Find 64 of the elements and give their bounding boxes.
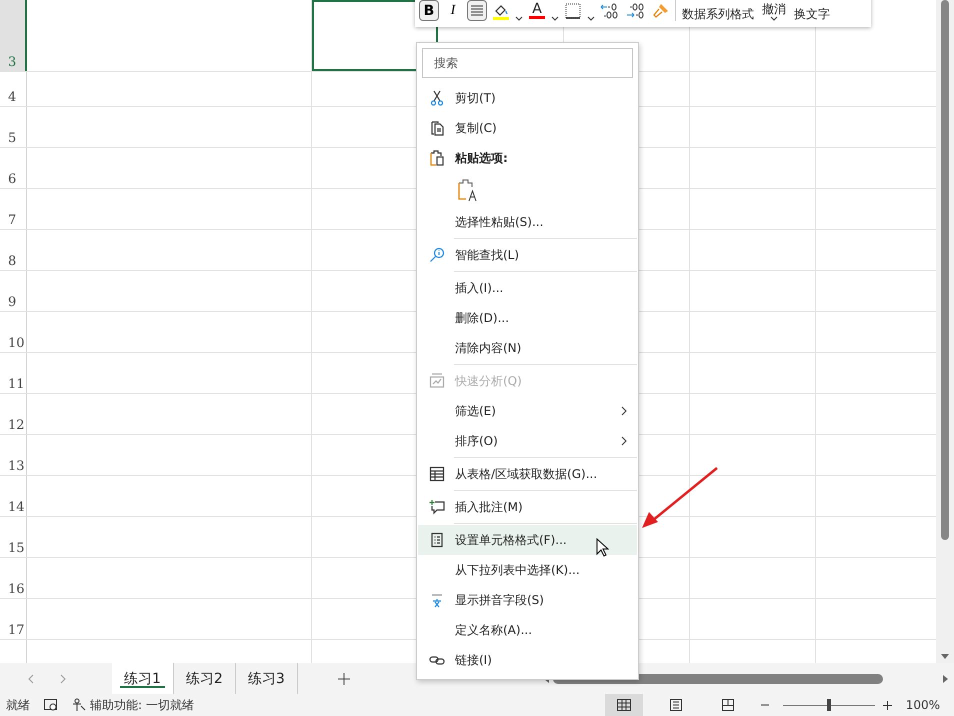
copy-icon: [428, 120, 444, 136]
chevron-right-icon: [621, 406, 627, 416]
mouse-cursor-icon: [596, 538, 610, 558]
scissors-icon: [428, 90, 444, 106]
border-icon: [564, 2, 582, 20]
bold-button[interactable]: B: [419, 0, 439, 21]
accessibility-icon[interactable]: [72, 698, 86, 712]
search-field[interactable]: 搜索: [422, 48, 633, 78]
quick-analysis-icon: [428, 373, 444, 389]
macro-record-icon[interactable]: [44, 699, 58, 711]
caret-icon: [515, 16, 523, 21]
comment-plus-icon: [428, 499, 444, 515]
menu-item[interactable]: 排序(O): [418, 426, 637, 456]
menu-item[interactable]: 智能查找(L): [418, 240, 637, 270]
caret-icon: [587, 16, 595, 21]
page-layout-icon: [670, 699, 682, 711]
search-info-icon: [428, 247, 444, 263]
clipboard-icon: [428, 150, 444, 166]
add-sheet-icon[interactable]: [338, 672, 350, 684]
align-button[interactable]: [467, 0, 487, 21]
format-cells-icon: [428, 532, 444, 548]
align-icon: [470, 4, 484, 18]
accessibility-status[interactable]: 辅助功能: 一切就绪: [90, 696, 194, 714]
menu-item[interactable]: 设置单元格格式(F)...: [418, 525, 637, 555]
view-button[interactable]: [604, 694, 643, 716]
chevron-left-icon[interactable]: [28, 674, 34, 684]
menu-item[interactable]: 筛选(E): [418, 396, 637, 426]
chevron-right-icon[interactable]: [60, 674, 66, 684]
italic-button[interactable]: I: [443, 0, 463, 21]
page-break-icon: [722, 699, 734, 711]
toolbar-text-button[interactable]: 数据系列格式: [680, 8, 756, 21]
toolbar-text-button[interactable]: 撤消: [760, 3, 788, 21]
vertical-scrollbar[interactable]: [936, 0, 954, 663]
caret-icon: [770, 16, 778, 21]
chevron-right-icon: [621, 436, 627, 446]
zoom-level[interactable]: 100%: [906, 698, 940, 712]
row-header[interactable]: 3: [0, 0, 27, 71]
menu-item[interactable]: 插入批注(M): [418, 492, 637, 522]
menu-item[interactable]: 清除内容(N): [418, 333, 637, 363]
normal-view-icon: [616, 699, 631, 711]
scroll-down-icon[interactable]: [941, 654, 949, 659]
menu-item[interactable]: 剪切(T): [418, 83, 637, 113]
menu-item[interactable]: 定义名称(A)...: [418, 615, 637, 645]
menu-item[interactable]: 从下拉列表中选择(K)...: [418, 555, 637, 585]
menu-item[interactable]: 复制(C): [418, 113, 637, 143]
menu-item[interactable]: 选择性粘贴(S)...: [418, 207, 637, 237]
menu-item[interactable]: 插入(I)...: [418, 273, 637, 303]
toolbar-text-button[interactable]: 换文字: [792, 8, 832, 21]
decrease-decimal-icon: [626, 2, 646, 20]
status-text: 就绪: [6, 696, 30, 714]
zoom-thumb[interactable]: [826, 699, 831, 711]
menu-item[interactable]: 删除(D)...: [418, 303, 637, 333]
zoom-in-icon[interactable]: [882, 700, 892, 710]
increase-decimal-icon: [600, 2, 620, 20]
menu-item[interactable]: 显示拼音字段(S): [418, 585, 637, 615]
menu-item[interactable]: 从表格/区域获取数据(G)...: [418, 459, 637, 489]
font-color-button[interactable]: A: [527, 0, 547, 21]
sheet-tab[interactable]: 练习1: [112, 663, 174, 694]
menu-section-header: 粘贴选项:: [418, 143, 637, 173]
scroll-right-icon[interactable]: [943, 674, 948, 682]
table-icon: [428, 466, 444, 482]
caret-icon: [551, 16, 559, 21]
menu-item[interactable]: 链接(I): [418, 645, 637, 675]
scrollbar-thumb[interactable]: [941, 0, 949, 540]
